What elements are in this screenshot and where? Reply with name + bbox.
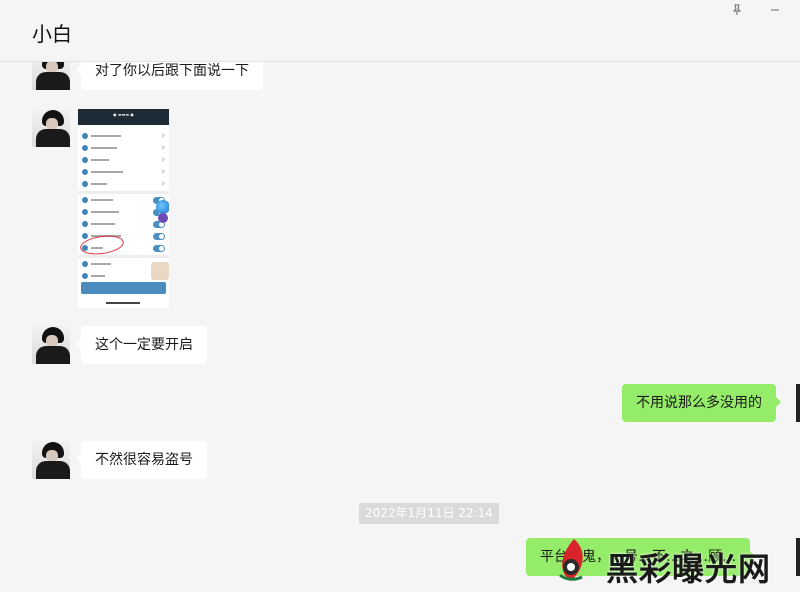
site-watermark: 黑彩曝光网 [540,532,800,592]
message-timestamp: 2022年1月11日 22:14 [359,503,499,524]
chat-header: 小白 [0,0,800,62]
message-bubble[interactable]: 不然很容易盗号 [76,441,207,479]
contact-avatar[interactable] [32,326,70,364]
message-bubble[interactable]: 这个一定要开启 [76,326,207,364]
watermark-logo-icon [558,539,583,581]
pin-icon[interactable] [728,4,746,18]
message-list[interactable]: 对了你以后跟下面说一下 ● ▬▬▬ ● 这个一定要开启 不用说那么多没用的 不然… [0,62,800,592]
contact-avatar[interactable] [32,109,70,147]
chat-title: 小白 [32,22,72,46]
message-bubble[interactable]: 对了你以后跟下面说一下 [76,62,263,90]
contact-avatar[interactable] [32,441,70,479]
settings-screenshot-image[interactable]: ● ▬▬▬ ● [78,109,169,308]
minimize-icon[interactable] [766,4,784,18]
watermark-text: 黑彩曝光网 [606,550,772,588]
message-bubble[interactable]: 不用说那么多没用的 [622,384,781,422]
self-avatar[interactable] [796,384,800,422]
contact-avatar[interactable] [32,62,70,90]
